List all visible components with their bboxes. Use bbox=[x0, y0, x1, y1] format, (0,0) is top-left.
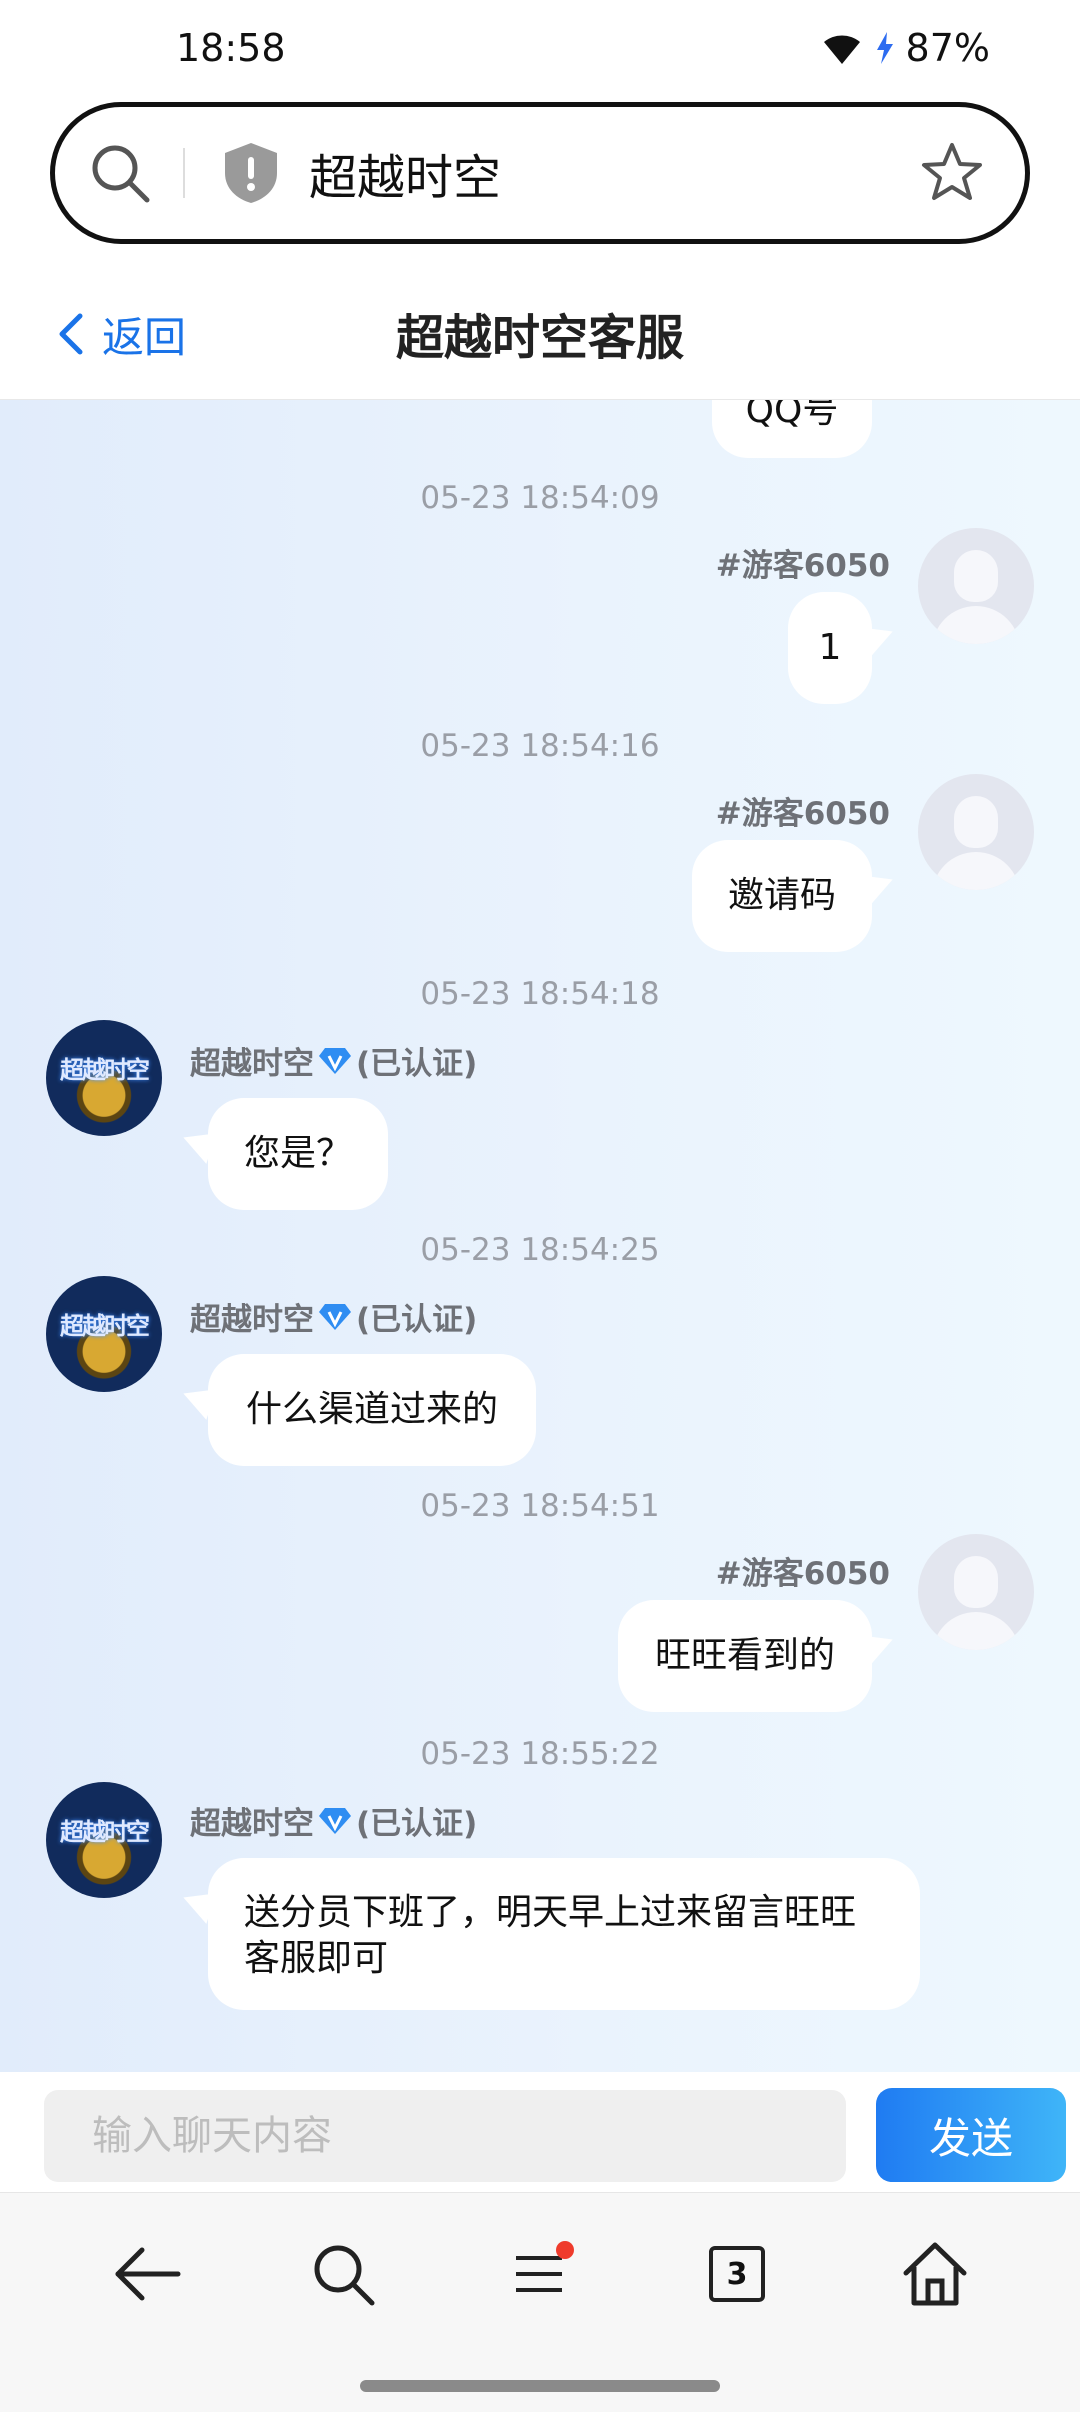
sender-name: #游客6050 bbox=[715, 1556, 890, 1592]
search-icon bbox=[314, 2245, 375, 2306]
shield-warning-icon[interactable] bbox=[221, 141, 281, 205]
chat-header: 返回 超越时空客服 bbox=[0, 270, 1080, 400]
message-bubble[interactable]: 旺旺看到的 bbox=[618, 1600, 872, 1712]
sender-name: 超越时空 bbox=[190, 1806, 314, 1842]
message-bubble[interactable]: 1 bbox=[788, 592, 872, 704]
message-timestamp: 05-23 18:54:51 bbox=[420, 1488, 660, 1524]
message-timestamp: 05-23 18:55:22 bbox=[420, 1736, 660, 1772]
charging-icon bbox=[874, 30, 896, 66]
sender-name: 超越时空 bbox=[190, 1046, 314, 1082]
message-timestamp: 05-23 18:54:09 bbox=[420, 480, 660, 516]
message-text: 您是？ bbox=[243, 1133, 352, 1174]
star-icon[interactable] bbox=[919, 140, 985, 206]
message-text: 1 bbox=[818, 627, 842, 668]
browser-bottom-nav: 3 bbox=[0, 2192, 1080, 2412]
partial-message-text: QQ号 bbox=[745, 400, 839, 431]
status-icons: 87% bbox=[820, 26, 990, 70]
status-bar: 18:58 87% bbox=[0, 0, 1080, 96]
home-nav-button[interactable] bbox=[890, 2229, 980, 2319]
verified-diamond-icon bbox=[319, 1303, 351, 1330]
arrow-left-icon bbox=[115, 2247, 181, 2301]
message-text: 什么渠道过来的 bbox=[245, 1389, 498, 1430]
message-timestamp: 05-23 18:54:25 bbox=[420, 1232, 660, 1268]
service-avatar[interactable]: 超越时空 bbox=[46, 1276, 162, 1392]
address-bar[interactable]: 超越时空 bbox=[50, 102, 1030, 244]
service-sender-name: 超越时空 (已认证) bbox=[190, 1294, 477, 1339]
guest-avatar[interactable] bbox=[918, 1534, 1034, 1650]
message-bubble[interactable]: 送分员下班了，明天早上过来留言旺旺 客服即可 bbox=[208, 1858, 920, 2010]
message-text: 邀请码 bbox=[727, 875, 836, 916]
message-text-line: 送分员下班了，明天早上过来留言旺旺 bbox=[244, 1892, 857, 1933]
guest-avatar[interactable] bbox=[918, 774, 1034, 890]
sender-name: #游客6050 bbox=[715, 548, 890, 584]
search-nav-button[interactable] bbox=[298, 2229, 388, 2319]
tab-count-badge: 3 bbox=[709, 2246, 765, 2302]
home-icon bbox=[903, 2242, 967, 2306]
chat-area[interactable]: QQ号 05-23 18:54:09 #游客6050 1 05-23 18:54… bbox=[0, 400, 1080, 2072]
menu-icon bbox=[516, 2256, 562, 2292]
message-text: 旺旺看到的 bbox=[654, 1635, 835, 1676]
service-avatar[interactable]: 超越时空 bbox=[46, 1020, 162, 1136]
service-sender-name: 超越时空 (已认证) bbox=[190, 1798, 477, 1843]
address-divider bbox=[183, 148, 185, 198]
status-time: 18:58 bbox=[176, 26, 286, 70]
message-bubble[interactable]: 邀请码 bbox=[692, 840, 872, 952]
notification-dot bbox=[556, 2241, 574, 2259]
service-avatar-logo: 超越时空 bbox=[60, 1312, 150, 1340]
battery-percent: 87% bbox=[905, 26, 990, 70]
address-title[interactable]: 超越时空 bbox=[309, 138, 919, 208]
page-title: 超越时空客服 bbox=[395, 310, 684, 366]
wifi-icon bbox=[820, 30, 864, 66]
message-text-line: 客服即可 bbox=[244, 1938, 389, 1979]
verified-diamond-icon bbox=[319, 1047, 351, 1074]
service-avatar[interactable]: 超越时空 bbox=[46, 1782, 162, 1898]
verified-label: (已认证) bbox=[356, 1806, 478, 1842]
send-button[interactable]: 发送 bbox=[876, 2088, 1066, 2182]
service-avatar-logo: 超越时空 bbox=[60, 1818, 150, 1846]
service-sender-name: 超越时空 (已认证) bbox=[190, 1038, 477, 1083]
message-timestamp: 05-23 18:54:16 bbox=[420, 728, 660, 764]
back-nav-button[interactable] bbox=[102, 2229, 192, 2319]
partial-message-bubble: QQ号 bbox=[712, 400, 872, 458]
home-indicator[interactable] bbox=[360, 2380, 720, 2392]
search-icon[interactable] bbox=[85, 138, 155, 208]
tabs-nav-button[interactable]: 3 bbox=[692, 2229, 782, 2319]
sender-name: 超越时空 bbox=[190, 1302, 314, 1338]
service-avatar-logo: 超越时空 bbox=[60, 1056, 150, 1084]
chat-input[interactable]: 输入聊天内容 bbox=[44, 2090, 846, 2182]
sender-name: #游客6050 bbox=[715, 796, 890, 832]
chat-input-bar: 输入聊天内容 发送 bbox=[0, 2072, 1080, 2192]
verified-label: (已认证) bbox=[356, 1046, 478, 1082]
message-bubble[interactable]: 什么渠道过来的 bbox=[208, 1354, 536, 1466]
verified-label: (已认证) bbox=[356, 1302, 478, 1338]
message-timestamp: 05-23 18:54:18 bbox=[420, 976, 660, 1012]
menu-nav-button[interactable] bbox=[494, 2229, 584, 2319]
guest-avatar[interactable] bbox=[918, 528, 1034, 644]
verified-diamond-icon bbox=[319, 1807, 351, 1834]
message-bubble[interactable]: 您是？ bbox=[208, 1098, 388, 1210]
